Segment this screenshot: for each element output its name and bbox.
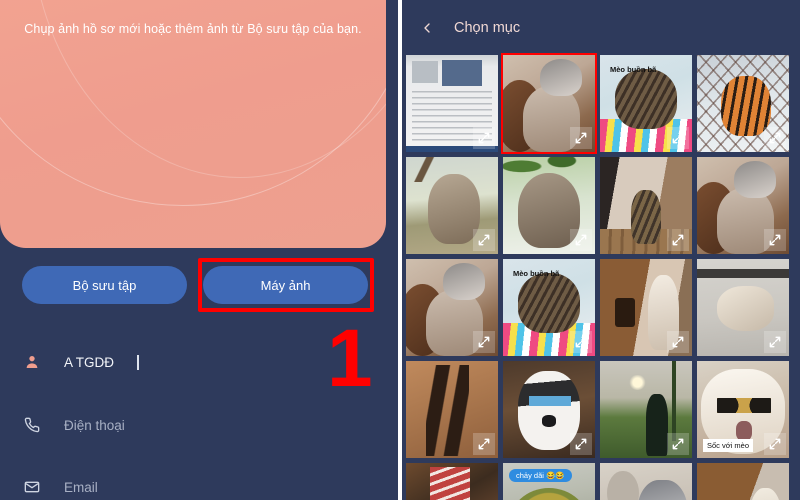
- gallery-button[interactable]: Bộ sưu tập: [22, 266, 187, 304]
- photo-image: [406, 463, 498, 500]
- phone-icon: [22, 415, 42, 435]
- expand-arrows-icon[interactable]: [473, 127, 495, 149]
- app-screenshot: Chụp ảnh hồ sơ mới hoặc thêm ảnh từ Bộ s…: [0, 0, 800, 500]
- photo-thumbnail[interactable]: [697, 259, 789, 356]
- photo-thumbnail[interactable]: [697, 157, 789, 254]
- phone-field-row[interactable]: Điện thoại: [22, 410, 372, 440]
- expand-arrows-icon[interactable]: [570, 229, 592, 251]
- expand-arrows-icon[interactable]: [667, 229, 689, 251]
- photo-thumbnail[interactable]: [600, 361, 692, 458]
- expand-arrows-icon[interactable]: [473, 433, 495, 455]
- photo-thumbnail[interactable]: Mèo buồn bã: [600, 55, 692, 152]
- phone-field-placeholder: Điện thoại: [64, 417, 125, 433]
- photo-overlay-label: Mèo buồn bã: [610, 65, 657, 74]
- expand-arrows-icon[interactable]: [667, 433, 689, 455]
- photo-thumbnail[interactable]: Sốc với mèo: [697, 361, 789, 458]
- expand-arrows-icon[interactable]: [764, 229, 786, 251]
- photo-thumbnail[interactable]: [600, 259, 692, 356]
- email-icon: [22, 477, 42, 497]
- photo-thumbnail[interactable]: [406, 463, 498, 500]
- photo-thumbnail[interactable]: [406, 157, 498, 254]
- photo-source-buttons: Bộ sưu tập Máy ảnh: [22, 266, 368, 304]
- photo-overlay-label: Sốc với mèo: [703, 439, 754, 452]
- expand-arrows-icon[interactable]: [473, 331, 495, 353]
- back-chevron-icon[interactable]: [418, 19, 436, 37]
- photo-thumbnail-selected[interactable]: [501, 53, 597, 154]
- email-field-row[interactable]: Email: [22, 472, 372, 500]
- photo-overlay-label: chảy dãi 😂😂: [509, 469, 572, 482]
- photo-overlay-label: Mèo buồn bã: [513, 269, 560, 278]
- photo-image: [600, 463, 692, 500]
- photo-grid: Mèo buồn bã Mèo buồn bã Sốc với mèo chảy dã…: [402, 53, 800, 500]
- photo-thumbnail[interactable]: [503, 361, 595, 458]
- photo-thumbnail[interactable]: [406, 361, 498, 458]
- expand-arrows-icon[interactable]: [473, 229, 495, 251]
- name-field-value: A TGDĐ: [64, 354, 115, 370]
- profile-photo-hero: Chụp ảnh hồ sơ mới hoặc thêm ảnh từ Bộ s…: [0, 0, 386, 248]
- expand-arrows-icon[interactable]: [764, 127, 786, 149]
- person-icon: [22, 352, 42, 372]
- media-picker-panel: Chọn mục Mèo buồn bã Mèo buồn bã Sốc với m…: [402, 0, 800, 500]
- hero-instruction-text: Chụp ảnh hồ sơ mới hoặc thêm ảnh từ Bộ s…: [24, 22, 362, 36]
- photo-thumbnail[interactable]: [600, 463, 692, 500]
- expand-arrows-icon[interactable]: [667, 127, 689, 149]
- photo-thumbnail[interactable]: chảy dãi 😂😂: [503, 463, 595, 500]
- photo-thumbnail[interactable]: [697, 463, 789, 500]
- name-field-row[interactable]: A TGDĐ: [22, 347, 372, 377]
- profile-edit-panel: Chụp ảnh hồ sơ mới hoặc thêm ảnh từ Bộ s…: [0, 0, 398, 500]
- email-field-placeholder: Email: [64, 479, 98, 495]
- expand-arrows-icon[interactable]: [667, 331, 689, 353]
- photo-thumbnail[interactable]: [406, 55, 498, 152]
- camera-button[interactable]: Máy ảnh: [203, 266, 368, 304]
- picker-app-bar: Chọn mục: [402, 0, 800, 55]
- picker-title: Chọn mục: [454, 19, 521, 36]
- expand-arrows-icon[interactable]: [764, 433, 786, 455]
- photo-thumbnail[interactable]: [406, 259, 498, 356]
- text-caret: [137, 354, 139, 370]
- photo-thumbnail[interactable]: [503, 157, 595, 254]
- expand-arrows-icon[interactable]: [570, 331, 592, 353]
- expand-arrows-icon[interactable]: [570, 433, 592, 455]
- photo-thumbnail[interactable]: [697, 55, 789, 152]
- photo-thumbnail[interactable]: [600, 157, 692, 254]
- photo-image: [697, 463, 789, 500]
- photo-thumbnail[interactable]: Mèo buồn bã: [503, 259, 595, 356]
- expand-arrows-icon[interactable]: [570, 127, 592, 149]
- expand-arrows-icon[interactable]: [764, 331, 786, 353]
